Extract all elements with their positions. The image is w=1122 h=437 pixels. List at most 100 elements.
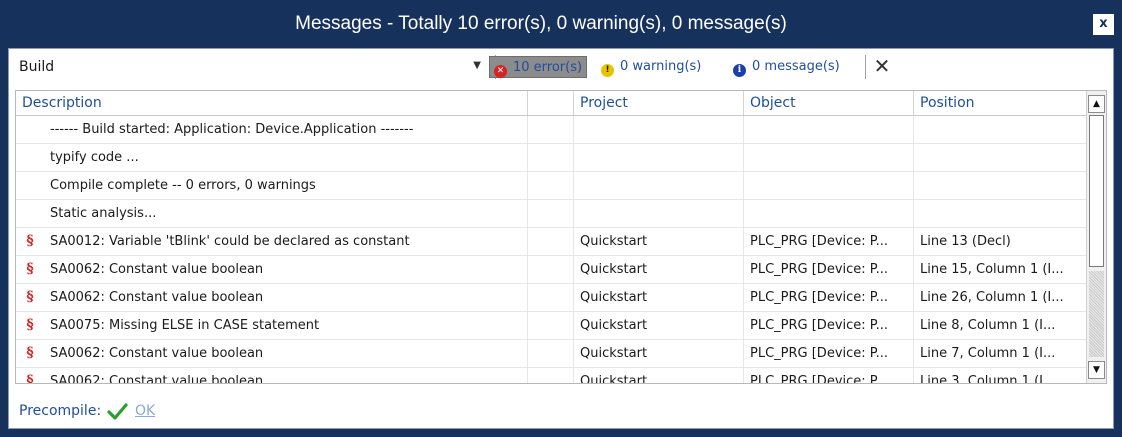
project-cell: Quickstart [574, 368, 744, 383]
object-cell: PLC_PRG [Device: P... [744, 340, 914, 367]
grid-rows: ------ Build started: Application: Devic… [16, 116, 1088, 384]
blank-cell [528, 172, 574, 199]
table-row[interactable]: § SA0062: Constant value boolean Quickstar… [16, 256, 1088, 284]
message-source-dropdown[interactable]: Build ▼ [15, 55, 489, 79]
description-cell: ------ Build started: Application: Devic… [44, 116, 528, 143]
toolbar-separator [865, 55, 866, 79]
position-cell [914, 144, 1088, 171]
close-button[interactable]: x [1093, 14, 1114, 35]
position-cell: Line 13 (Decl) [914, 228, 1088, 255]
project-cell [574, 116, 744, 143]
severity-icon: § [26, 261, 34, 277]
position-cell [914, 116, 1088, 143]
position-cell: Line 8, Column 1 (I... [914, 312, 1088, 339]
object-cell: PLC_PRG [Device: P... [744, 312, 914, 339]
project-cell: Quickstart [574, 228, 744, 255]
scroll-down-arrow-icon[interactable]: ▼ [1088, 361, 1105, 379]
description-cell: Compile complete -- 0 errors, 0 warnings [44, 172, 528, 199]
clear-messages-button[interactable]: ✕ [871, 55, 893, 79]
description-cell: SA0075: Missing ELSE in CASE statement [44, 312, 528, 339]
object-cell: PLC_PRG [Device: P... [744, 284, 914, 311]
column-header-description[interactable]: Description [16, 91, 528, 115]
object-cell [744, 172, 914, 199]
toolbar: Build ▼ ✕ 10 error(s) ! 0 warning(s) i 0 me… [9, 49, 1113, 85]
column-header-position[interactable]: Position [914, 91, 1088, 115]
object-cell: PLC_PRG [Device: P... [744, 368, 914, 383]
column-header-project[interactable]: Project [574, 91, 744, 115]
table-row[interactable]: § SA0075: Missing ELSE in CASE statement Q… [16, 312, 1088, 340]
blank-cell [528, 228, 574, 255]
description-cell: Static analysis... [44, 200, 528, 227]
description-cell: SA0062: Constant value boolean [44, 368, 528, 383]
object-cell [744, 200, 914, 227]
severity-icon [16, 116, 44, 143]
object-cell [744, 144, 914, 171]
severity-icon: § [26, 345, 34, 361]
blank-cell [528, 340, 574, 367]
messages-grid: Description Project Object Position ----… [15, 90, 1107, 384]
errors-filter-toggle[interactable]: ✕ 10 error(s) [489, 56, 588, 78]
position-cell [914, 200, 1088, 227]
warnings-filter-toggle[interactable]: ! 0 warning(s) [597, 56, 705, 78]
error-icon: ✕ [494, 65, 507, 78]
severity-icon [16, 144, 44, 171]
project-cell: Quickstart [574, 312, 744, 339]
blank-cell [528, 256, 574, 283]
messages-filter-label: 0 message(s) [752, 59, 840, 74]
position-cell [914, 172, 1088, 199]
vertical-scrollbar[interactable]: ▲ ▼ [1086, 91, 1106, 383]
grid-header: Description Project Object Position [16, 91, 1088, 116]
project-cell: Quickstart [574, 284, 744, 311]
severity-icon [16, 172, 44, 199]
warnings-filter-label: 0 warning(s) [620, 59, 702, 74]
table-row[interactable]: § SA0062: Constant value boolean Quickstar… [16, 368, 1088, 384]
position-cell: Line 3, Column 1 (I... [914, 368, 1088, 383]
table-row[interactable]: § SA0062: Constant value boolean Quickstar… [16, 284, 1088, 312]
column-header-blank[interactable] [528, 91, 574, 115]
object-cell: PLC_PRG [Device: P... [744, 256, 914, 283]
window-title: Messages - Totally 10 error(s), 0 warnin… [295, 13, 787, 34]
blank-cell [528, 284, 574, 311]
warning-icon: ! [601, 64, 614, 77]
table-row[interactable]: § SA0012: Variable 'tBlink' could be decl… [16, 228, 1088, 256]
scrollbar-track[interactable] [1089, 271, 1104, 357]
severity-icon: § [26, 233, 34, 249]
project-cell: Quickstart [574, 340, 744, 367]
description-cell: SA0062: Constant value boolean [44, 256, 528, 283]
project-cell: Quickstart [574, 256, 744, 283]
position-cell: Line 15, Column 1 (I... [914, 256, 1088, 283]
messages-window: Messages - Totally 10 error(s), 0 warnin… [0, 0, 1122, 437]
scroll-up-arrow-icon[interactable]: ▲ [1088, 95, 1105, 113]
severity-icon: § [26, 289, 34, 305]
messages-filter-toggle[interactable]: i 0 message(s) [729, 56, 844, 78]
column-header-object[interactable]: Object [744, 91, 914, 115]
blank-cell [528, 200, 574, 227]
severity-icon [16, 200, 44, 227]
table-row[interactable]: § SA0062: Constant value boolean Quickstar… [16, 340, 1088, 368]
object-cell: PLC_PRG [Device: P... [744, 228, 914, 255]
severity-icon: § [26, 317, 34, 333]
precompile-label: Precompile: [19, 403, 102, 419]
messages-panel: Build ▼ ✕ 10 error(s) ! 0 warning(s) i 0 me… [8, 48, 1114, 429]
blank-cell [528, 312, 574, 339]
table-row[interactable]: Static analysis... [16, 200, 1088, 228]
table-row[interactable]: typify code ... [16, 144, 1088, 172]
description-cell: SA0062: Constant value boolean [44, 284, 528, 311]
scrollbar-thumb[interactable] [1089, 115, 1104, 267]
precompile-status-bar: Precompile: OK [9, 394, 1113, 428]
project-cell [574, 172, 744, 199]
description-cell: SA0012: Variable 'tBlink' could be decla… [44, 228, 528, 255]
severity-icon: § [26, 373, 34, 384]
position-cell: Line 26, Column 1 (I... [914, 284, 1088, 311]
checkmark-icon [107, 403, 128, 420]
title-bar[interactable]: Messages - Totally 10 error(s), 0 warnin… [0, 0, 1122, 48]
description-cell: SA0062: Constant value boolean [44, 340, 528, 367]
table-row[interactable]: Compile complete -- 0 errors, 0 warnings [16, 172, 1088, 200]
chevron-down-icon[interactable]: ▼ [473, 60, 481, 71]
precompile-ok-link[interactable]: OK [135, 403, 155, 419]
table-row[interactable]: ------ Build started: Application: Devic… [16, 116, 1088, 144]
blank-cell [528, 116, 574, 143]
errors-filter-label: 10 error(s) [513, 60, 583, 75]
project-cell [574, 144, 744, 171]
project-cell [574, 200, 744, 227]
